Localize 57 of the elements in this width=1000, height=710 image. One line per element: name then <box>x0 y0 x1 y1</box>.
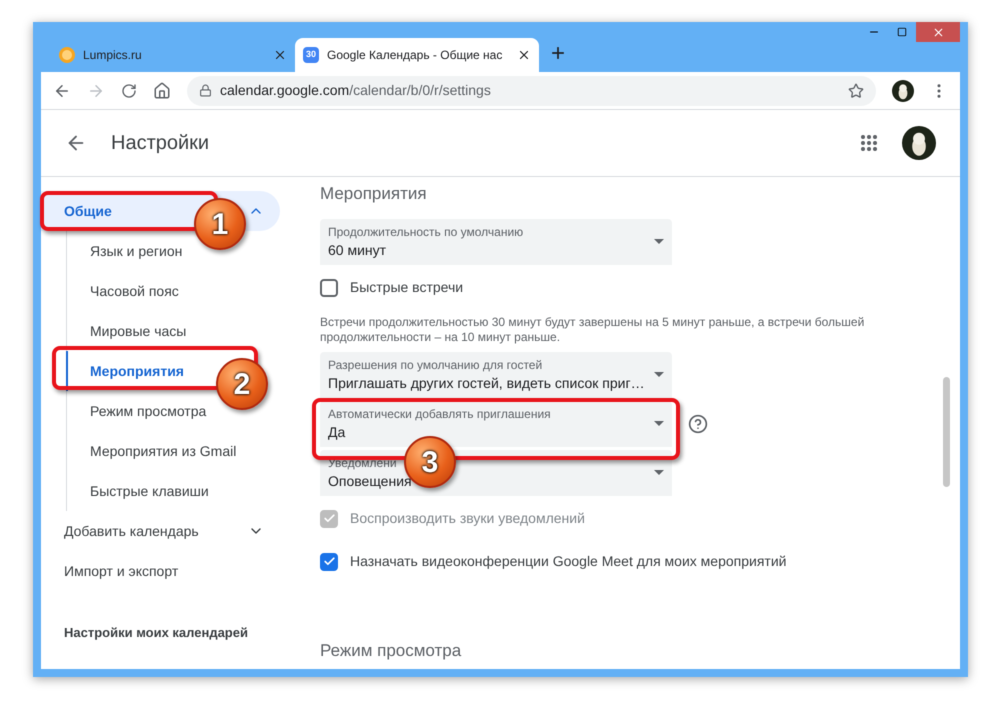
apps-grid-icon[interactable] <box>860 134 878 152</box>
help-icon[interactable] <box>688 414 708 434</box>
field-label: Уведомлени <box>328 454 397 470</box>
avatar-icon[interactable] <box>892 80 914 102</box>
sidebar-subitem[interactable]: Мировые часы <box>90 320 186 342</box>
dropdown-field[interactable]: Продолжительность по умолчанию 60 минут <box>320 218 672 264</box>
field-value: Приглашать других гостей, видеть список приг… <box>328 374 645 392</box>
browser-tab[interactable]: 30 Google Календарь - Общие нас <box>295 38 539 72</box>
sidebar-subitem[interactable]: Быстрые клавиши <box>90 480 209 502</box>
close-tab-icon[interactable] <box>273 48 287 62</box>
lock-icon <box>199 84 212 97</box>
fruit-slice-icon <box>59 47 75 63</box>
dropdown-field[interactable]: Автоматически добавлять приглашения Да <box>320 400 672 446</box>
section-heading: Настройки моих календарей <box>63 624 249 642</box>
checkmark-icon <box>322 555 336 568</box>
checkmark-icon <box>322 512 336 525</box>
sidebar-subitem[interactable]: Мероприятия из Gmail <box>90 440 236 462</box>
page-title: Настройки <box>111 131 210 156</box>
dropdown-arrow-icon <box>654 239 664 244</box>
bookmark-star-icon[interactable] <box>848 82 864 98</box>
sidebar-item[interactable]: Добавить календарь <box>41 511 280 551</box>
scrollbar-thumb[interactable] <box>943 377 950 487</box>
new-tab-button[interactable]: + <box>551 40 566 68</box>
close-button[interactable] <box>916 22 960 42</box>
calendar-icon: 30 <box>303 47 319 63</box>
dropdown-field[interactable]: Разрешения по умолчанию для гостей Приглашать других гостей, видеть список приг… <box>320 352 672 398</box>
dropdown-arrow-icon <box>654 421 664 426</box>
checkbox[interactable] <box>320 278 338 296</box>
close-tab-icon[interactable] <box>517 48 531 62</box>
maximize-icon <box>897 27 907 37</box>
sidebar-item[interactable]: Импорт и экспорт <box>41 551 280 591</box>
tab-title: Google Календарь - Общие нас <box>327 48 502 62</box>
field-label: Продолжительность по умолчанию <box>328 224 524 240</box>
field-label: Разрешения по умолчанию для гостей <box>328 356 542 372</box>
tab-title: Lumpics.ru <box>83 48 142 62</box>
checkbox-label: Воспроизводить звуки уведомлений <box>350 509 585 528</box>
dropdown-arrow-icon <box>654 470 664 475</box>
sidebar-subitem[interactable]: Часовой пояс <box>90 280 179 302</box>
checkbox-label: Быстрые встречи <box>350 278 464 297</box>
checkbox[interactable] <box>320 552 338 570</box>
field-value: 60 минут <box>328 240 386 260</box>
sidebar-subitem[interactable]: Мероприятия <box>90 360 184 382</box>
url-text: calendar.google.com/calendar/b/0/r/settings <box>220 81 491 100</box>
section-title: Мероприятия <box>320 183 428 205</box>
sidebar-subitem[interactable]: Режим просмотра <box>90 400 206 422</box>
close-icon <box>932 26 944 38</box>
field-value: Да <box>328 422 346 442</box>
info-note: Встречи продолжительностью 30 минут будут завершены на 5 минут раньше, а встречи большей продолжительности – на 10 минут раньше. <box>320 314 866 344</box>
dropdown-arrow-icon <box>654 372 664 377</box>
avatar-icon[interactable] <box>902 126 936 160</box>
address-bar[interactable]: calendar.google.com/calendar/b/0/r/settings <box>187 76 876 106</box>
field-label: Автоматически добавлять приглашения <box>328 406 551 422</box>
checkbox-label: Назначать видеоконференции Google Meet для моих мероприятий <box>350 552 786 571</box>
section-title: Режим просмотра <box>320 640 462 662</box>
reload-icon[interactable] <box>121 82 137 98</box>
home-icon[interactable] <box>153 82 171 100</box>
sidebar-subitem[interactable]: Язык и регион <box>90 240 182 262</box>
